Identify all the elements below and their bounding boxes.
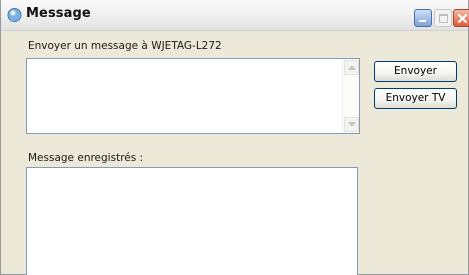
scroll-up-button[interactable] <box>344 60 359 75</box>
saved-messages-list[interactable] <box>26 167 358 275</box>
minimize-button[interactable] <box>414 9 432 27</box>
scroll-up-arrow-icon <box>348 65 356 70</box>
title-bar[interactable]: Message <box>1 0 469 31</box>
window-title: Message <box>26 6 91 21</box>
scroll-down-arrow-icon <box>348 122 356 127</box>
saved-messages-label: Message enregistrés : <box>28 152 144 164</box>
send-tv-button[interactable]: Envoyer TV <box>374 88 457 109</box>
message-input[interactable] <box>26 58 360 134</box>
send-button[interactable]: Envoyer <box>374 61 457 82</box>
send-message-label: Envoyer un message à WJETAG-L272 <box>28 40 222 52</box>
chat-bubble-icon <box>7 8 22 23</box>
close-button[interactable] <box>453 9 469 27</box>
message-input-scrollbar[interactable] <box>342 59 359 133</box>
close-icon <box>457 13 468 24</box>
message-window: Message Envoyer un message à WJETAG-L272 <box>0 0 469 275</box>
maximize-button[interactable] <box>434 9 452 27</box>
scroll-down-button[interactable] <box>344 117 359 132</box>
